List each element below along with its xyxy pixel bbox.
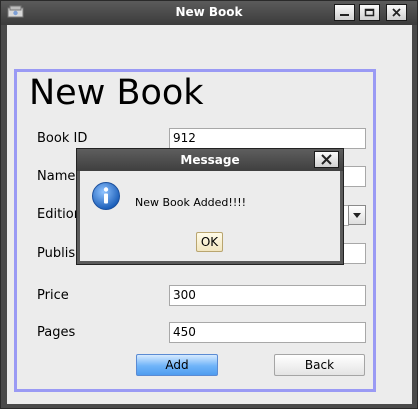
- pages-field[interactable]: 450: [169, 322, 366, 343]
- maximize-icon: [364, 8, 375, 17]
- back-button[interactable]: Back: [274, 354, 365, 376]
- pages-label: Pages: [37, 325, 76, 340]
- dialog-title-bar[interactable]: Message: [77, 149, 343, 171]
- dialog-message: New Book Added!!!!: [135, 196, 247, 209]
- title-bar[interactable]: New Book: [1, 1, 417, 25]
- dialog-body: New Book Added!!!! OK: [80, 171, 340, 261]
- price-field[interactable]: 300: [169, 285, 366, 306]
- book-id-field[interactable]: 912: [169, 128, 366, 149]
- maximize-button[interactable]: [359, 4, 380, 21]
- minimize-button[interactable]: [334, 4, 355, 21]
- name-label: Name: [37, 169, 76, 184]
- add-button[interactable]: Add: [136, 354, 218, 376]
- close-icon: [321, 154, 332, 165]
- ok-button[interactable]: OK: [196, 232, 223, 252]
- book-id-label: Book ID: [37, 131, 88, 146]
- price-label: Price: [37, 288, 69, 303]
- info-icon: [91, 181, 121, 211]
- chevron-down-icon: [353, 212, 361, 218]
- minimize-icon: [340, 14, 349, 16]
- close-icon: [392, 8, 401, 17]
- main-window: New Book New Book Book ID 912 Name Editi…: [0, 0, 418, 409]
- dialog-title: Message: [180, 153, 240, 167]
- close-button[interactable]: [386, 4, 407, 21]
- edition-dropdown-button[interactable]: [348, 205, 366, 225]
- message-dialog: Message New Book Added!!!! OK: [76, 148, 344, 265]
- dialog-close-button[interactable]: [314, 151, 339, 168]
- form-heading: New Book: [27, 72, 206, 114]
